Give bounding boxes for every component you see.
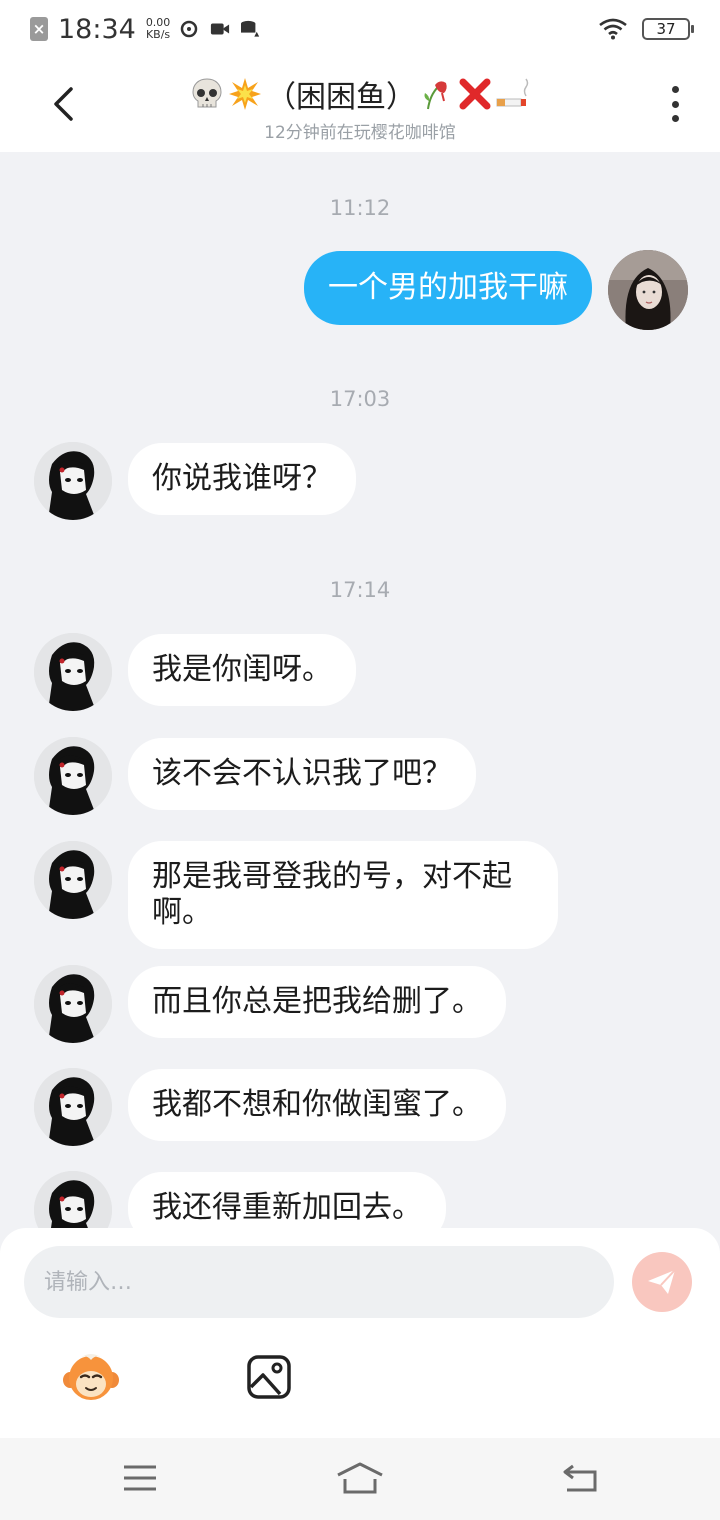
back-nav-button[interactable] [556, 1458, 604, 1498]
chat-header: （困困鱼） 12分钟前在玩樱花咖啡馆 [0, 58, 720, 152]
contact-avatar-icon [34, 1171, 112, 1228]
home-icon [337, 1462, 383, 1494]
contact-avatar[interactable] [34, 633, 112, 711]
back-icon [54, 87, 73, 121]
battery-indicator: 37 [642, 18, 694, 40]
contact-avatar[interactable] [34, 442, 112, 520]
more-options-button[interactable] [660, 84, 690, 124]
wifi-icon [599, 18, 627, 40]
message-timestamp: 17:03 [329, 387, 391, 411]
home-button[interactable] [336, 1458, 384, 1498]
contact-avatar[interactable] [34, 1068, 112, 1146]
message-input[interactable] [24, 1246, 614, 1318]
input-panel [0, 1228, 720, 1438]
status-bar: × 18:34 0.00 KB/s 37 [0, 0, 720, 58]
storage-warning-icon [241, 20, 261, 38]
menu-icon [124, 1465, 156, 1491]
contact-avatar-icon [34, 1068, 112, 1146]
contact-avatar[interactable] [34, 1171, 112, 1228]
title-block[interactable]: （困困鱼） 12分钟前在玩樱花咖啡馆 [120, 72, 600, 143]
my-avatar[interactable] [608, 250, 688, 330]
contact-avatar-icon [34, 737, 112, 815]
received-message-bubble[interactable]: 该不会不认识我了吧？ [128, 738, 476, 810]
contact-avatar-icon [34, 965, 112, 1043]
network-speed-unit: KB/s [145, 28, 171, 41]
recent-apps-button[interactable] [116, 1458, 164, 1498]
chat-title: （困困鱼） [266, 80, 416, 115]
my-avatar-photo-icon [608, 250, 688, 330]
network-speed: 0.00 KB/s [146, 17, 171, 41]
contact-avatar[interactable] [34, 737, 112, 815]
send-button[interactable] [632, 1252, 692, 1312]
status-left: × 18:34 0.00 KB/s [30, 13, 261, 45]
return-icon [563, 1464, 597, 1492]
status-time: 18:34 [58, 13, 136, 45]
notification-x-icon: × [30, 17, 48, 41]
received-message-bubble[interactable]: 我是你闺呀。 [128, 634, 356, 706]
cross-mark-emoji-icon [459, 78, 491, 110]
image-button[interactable] [240, 1350, 298, 1404]
chat-subtitle: 12分钟前在玩樱花咖啡馆 [264, 123, 456, 143]
chat-title-row: （困困鱼） [120, 72, 600, 116]
send-icon [648, 1269, 676, 1294]
message-list[interactable]: 11:12 一个男的加我干嘛 17:03 你说我谁呀？ 17:14 我是你闺呀。… [0, 152, 720, 1228]
message-timestamp: 11:12 [329, 196, 391, 220]
received-message-bubble[interactable]: 你说我谁呀？ [128, 443, 356, 515]
sticker-button[interactable] [62, 1350, 120, 1404]
sent-message-bubble[interactable]: 一个男的加我干嘛 [304, 251, 592, 325]
back-button[interactable] [40, 80, 88, 128]
contact-avatar-icon [34, 841, 112, 919]
more-dot-icon [671, 86, 679, 93]
received-message-bubble[interactable]: 我都不想和你做闺蜜了。 [128, 1069, 506, 1141]
image-icon [247, 1355, 291, 1399]
received-message-bubble[interactable]: 我还得重新加回去。 [128, 1172, 446, 1228]
explosion-emoji-icon [229, 78, 261, 110]
received-message-bubble[interactable]: 而且你总是把我给删了。 [128, 966, 506, 1038]
received-message-bubble[interactable]: 那是我哥登我的号，对不起啊。 [128, 841, 558, 949]
monkey-sticker-icon [63, 1354, 119, 1400]
more-dot-icon [671, 100, 679, 108]
skull-emoji-icon [192, 78, 222, 108]
contact-avatar[interactable] [34, 965, 112, 1043]
system-navigation-bar [0, 1438, 720, 1520]
wilted-flower-emoji-icon [424, 81, 447, 110]
contact-avatar[interactable] [34, 841, 112, 919]
contact-avatar-icon [34, 633, 112, 711]
contact-avatar-icon [34, 442, 112, 520]
video-camera-icon [211, 23, 230, 35]
disc-icon [181, 20, 198, 38]
more-dot-icon [671, 115, 679, 122]
status-right: 37 [598, 18, 694, 40]
cigarette-emoji-icon [496, 78, 529, 107]
message-timestamp: 17:14 [329, 578, 391, 602]
